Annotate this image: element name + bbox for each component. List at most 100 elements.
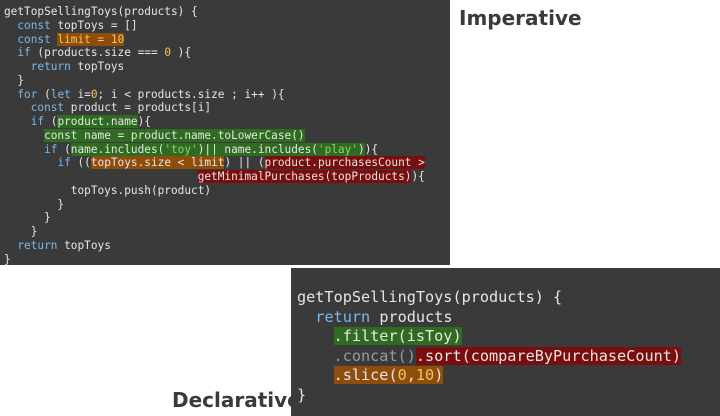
code-token: getTopSellingToys(products) {	[4, 5, 198, 18]
code-line: .concat().sort(compareByPurchaseCount)	[297, 346, 682, 367]
code-token: product.purchasesCount >	[264, 156, 425, 170]
code-line: }	[297, 386, 681, 406]
code-token: .sort(compareByPurchaseCount)	[415, 346, 682, 365]
code-token: if	[17, 46, 31, 60]
code-token: 10	[415, 366, 435, 384]
code-line: .filter(isToy)	[297, 327, 681, 347]
code-token: 'play'	[317, 142, 359, 156]
code-token: return	[315, 307, 371, 326]
code-token: ((	[70, 156, 91, 170]
code-line: return topToys	[4, 60, 425, 74]
declarative-code-panel: getTopSellingToys(products) { return pro…	[291, 268, 720, 416]
code-line: const limit = 10	[4, 32, 425, 47]
code-line: getMinimalPurchases(topProducts)){	[4, 170, 425, 184]
code-token: ){	[171, 46, 192, 60]
code-token: topToys	[57, 238, 111, 252]
code-token: ,	[406, 366, 416, 384]
code-token: topToys.size < limit	[90, 156, 225, 170]
code-token: i=	[70, 87, 91, 101]
code-token: }	[4, 73, 25, 87]
imperative-code-block: getTopSellingToys(products) { const topT…	[4, 5, 425, 265]
code-line: return topToys	[4, 239, 425, 253]
code-token: ){	[137, 115, 151, 128]
code-token: 0	[90, 87, 98, 101]
code-token: limit = 10	[57, 32, 125, 46]
code-token: (	[57, 142, 71, 156]
code-line: if (product.name){	[4, 115, 425, 129]
code-token: 'toy'	[164, 142, 198, 156]
code-token: }	[4, 225, 38, 238]
code-token: )	[434, 366, 444, 384]
code-token: ){	[411, 170, 425, 183]
code-token: .filter(isToy)	[333, 327, 462, 345]
code-line: getTopSellingToys(products) {	[4, 5, 425, 19]
code-token: 0	[164, 46, 171, 60]
code-token: product.name	[57, 115, 138, 128]
code-token: topToys.push(product)	[4, 183, 212, 197]
code-token: )	[358, 142, 365, 156]
code-token: products	[370, 307, 453, 326]
imperative-label: Imperative	[459, 6, 582, 30]
code-line: }	[4, 225, 425, 239]
code-line: const product = products[i]	[4, 101, 425, 115]
code-token: )|| name.includes(	[197, 142, 318, 156]
code-token: 0	[397, 366, 407, 384]
code-line: }	[4, 253, 425, 266]
code-line: }	[4, 211, 425, 225]
code-line: if (products.size === 0 ){	[4, 46, 425, 60]
code-token: return	[30, 60, 71, 73]
code-line: const name = product.name.toLowerCase()	[4, 128, 425, 143]
code-line: if (name.includes('toy')|| name.includes…	[4, 142, 425, 157]
code-token: if	[44, 142, 58, 156]
code-token: if	[30, 115, 45, 128]
code-token: name.includes(	[70, 142, 165, 156]
code-line: topToys.push(product)	[4, 184, 425, 198]
code-token: product = products[i]	[64, 101, 212, 115]
declarative-code-block: getTopSellingToys(products) { return pro…	[297, 288, 682, 406]
code-token: const	[30, 101, 65, 115]
code-token: for	[17, 87, 38, 101]
code-line: .slice(0,10)	[297, 366, 681, 386]
code-line: return products	[297, 308, 681, 328]
code-line: for (let i=0; i < products.size ; i++ ){	[4, 88, 425, 102]
code-line: }	[4, 74, 425, 88]
code-token: const	[17, 32, 51, 46]
code-line: }	[4, 198, 425, 212]
code-token: getMinimalPurchases(topProducts)	[197, 170, 412, 183]
code-token: getTopSellingToys(products) {	[297, 288, 563, 306]
code-token: }	[4, 252, 11, 266]
code-token: (	[44, 115, 58, 128]
code-token: .concat()	[333, 346, 416, 365]
code-token: .slice(	[333, 366, 398, 384]
code-token: }	[4, 197, 65, 211]
declarative-label: Declarative	[172, 388, 301, 412]
code-token: if	[57, 156, 71, 170]
imperative-code-panel: getTopSellingToys(products) { const topT…	[0, 0, 450, 265]
code-line: const topToys = []	[4, 19, 425, 33]
code-token: topToys = []	[50, 18, 138, 32]
code-token: ) || (	[224, 156, 265, 170]
code-token: const name = product.name.toLowerCase()	[44, 128, 305, 142]
code-token: ; i < products.size ; i++ ){	[97, 87, 285, 101]
code-token: const	[17, 18, 51, 32]
code-token: (products.size ===	[30, 46, 165, 60]
code-token: }	[4, 211, 51, 225]
code-token: topToys	[70, 60, 125, 73]
code-token: ){	[364, 142, 379, 156]
